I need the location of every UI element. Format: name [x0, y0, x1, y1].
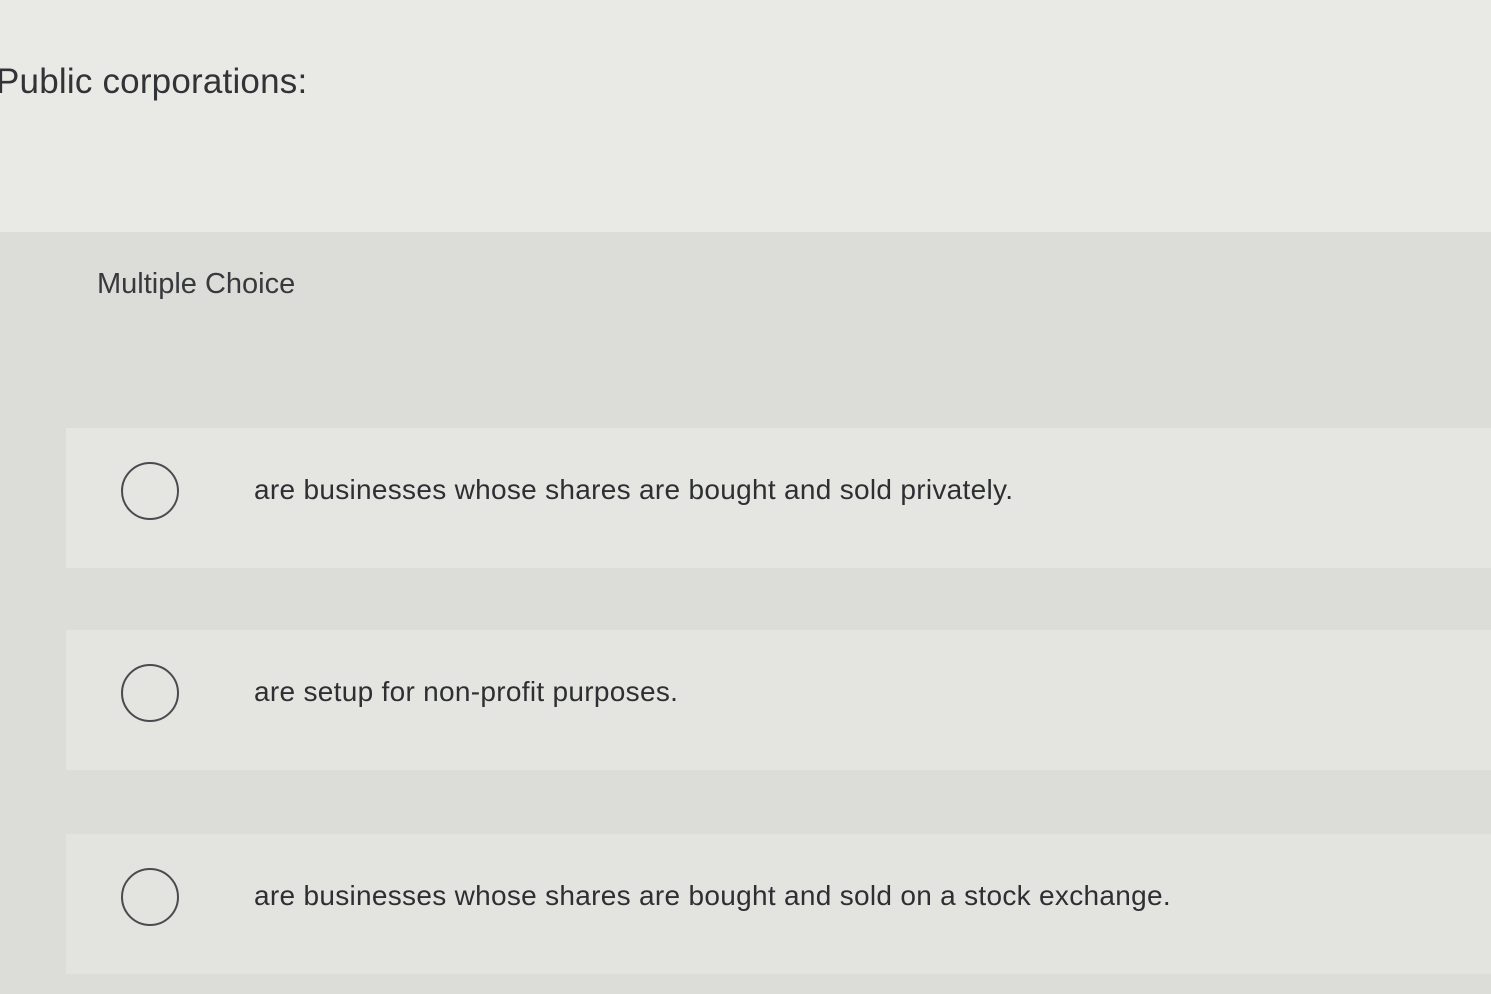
question-page: Public corporations: Multiple Choice are…: [0, 0, 1491, 994]
answer-option-1[interactable]: are businesses whose shares are bought a…: [66, 428, 1491, 568]
answer-option-text: are setup for non-profit purposes.: [254, 676, 679, 707]
question-type-label: Multiple Choice: [97, 268, 296, 300]
radio-unchecked-icon[interactable]: [121, 462, 179, 520]
answer-option-text: are businesses whose shares are bought a…: [254, 474, 1014, 505]
answer-option-2[interactable]: are setup for non-profit purposes.: [66, 630, 1491, 770]
radio-unchecked-icon[interactable]: [121, 868, 179, 926]
radio-unchecked-icon[interactable]: [121, 664, 179, 722]
question-prompt: Public corporations:: [0, 62, 308, 101]
question-header: Public corporations:: [0, 0, 1491, 232]
answer-option-text: are businesses whose shares are bought a…: [254, 880, 1171, 911]
answer-option-3[interactable]: are businesses whose shares are bought a…: [66, 834, 1491, 974]
